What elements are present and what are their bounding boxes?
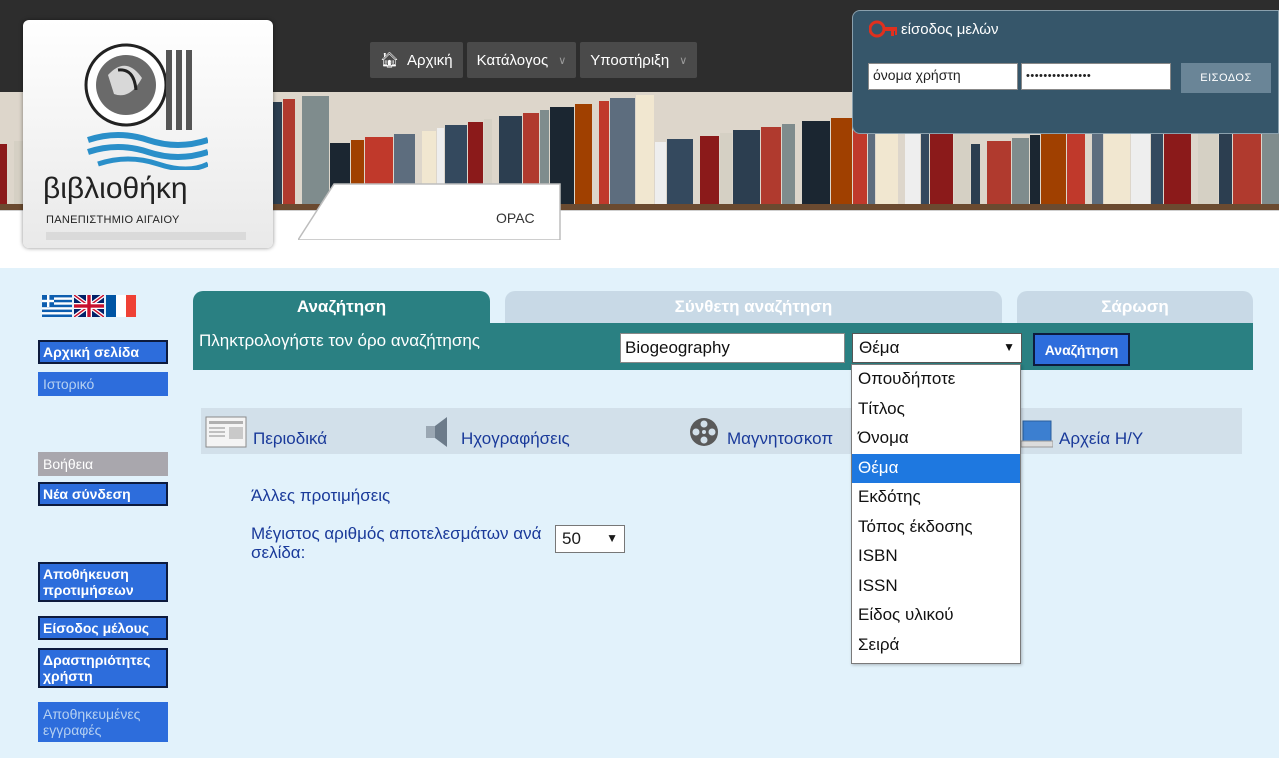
password-input[interactable]: ••••••••••••••• <box>1021 63 1171 90</box>
nav-home-label: Αρχική <box>407 51 453 69</box>
site-header: βιβλιοθήκη ΠΑΝΕΠΙΣΤΗΜΙΟ ΑΙΓΑΙΟΥ 🏠︎ Αρχικ… <box>0 0 1279 268</box>
france-flag-icon[interactable] <box>106 295 136 317</box>
sidebar-new-session-button[interactable]: Νέα σύνδεση <box>38 482 168 506</box>
username-input[interactable]: όνομα χρήστη <box>868 63 1018 90</box>
option-anywhere[interactable]: Οπουδήποτε <box>852 365 1020 395</box>
login-button[interactable]: ΕΙΣΟΔΟΣ <box>1181 63 1271 93</box>
nav-support-button[interactable]: Υποστήριξη ∨ <box>580 42 698 78</box>
sidebar-history-button[interactable]: Ιστορικό <box>38 372 168 396</box>
option-isbn[interactable]: ISBN <box>852 542 1020 572</box>
computer-icon <box>1020 420 1053 448</box>
home-icon: 🏠︎ <box>380 52 400 69</box>
greek-flag-icon[interactable] <box>42 295 72 317</box>
film-reel-icon <box>690 418 718 446</box>
key-icon <box>869 20 897 38</box>
option-issn[interactable]: ISSN <box>852 572 1020 602</box>
search-field-value: Θέμα <box>859 338 900 357</box>
option-subject[interactable]: Θέμα <box>852 453 1020 483</box>
main-content: Αρχική σελίδα Ιστορικό Βοήθεια Νέα σύνδε… <box>0 268 1279 758</box>
option-place-of-publication[interactable]: Τόπος έκδοσης <box>852 513 1020 543</box>
search-field-select[interactable]: Θέμα ▼ <box>852 333 1022 363</box>
material-type-label: Περιοδικά <box>253 429 328 448</box>
nav-support-label: Υποστήριξη <box>590 51 670 69</box>
sidebar-user-activities-button[interactable]: Δραστηριότητες χρήστη <box>38 648 168 688</box>
material-type-videos[interactable]: Μαγνητοσκοπ <box>687 412 833 452</box>
member-login-panel: είσοδος μελών όνομα χρήστη •••••••••••••… <box>852 10 1279 134</box>
tab-browse[interactable]: Σάρωση <box>1017 291 1253 327</box>
tab-search[interactable]: Αναζήτηση <box>193 291 490 327</box>
search-field-options: Οπουδήποτε Τίτλος Όνομα Θέμα Εκδότης Τόπ… <box>851 364 1021 664</box>
nav-home-button[interactable]: 🏠︎ Αρχική <box>370 42 463 78</box>
sidebar-save-preferences-button[interactable]: Αποθήκευση προτιμήσεων <box>38 562 168 602</box>
sidebar-saved-records-button[interactable]: Αποθηκευμένες εγγραφές <box>38 702 168 742</box>
option-title[interactable]: Τίτλος <box>852 395 1020 425</box>
material-type-periodicals[interactable]: Περιοδικά <box>205 412 327 452</box>
opac-tab[interactable]: OPAC <box>296 182 563 241</box>
search-input[interactable]: Biogeography <box>620 333 845 363</box>
material-type-label: Μαγνητοσκοπ <box>727 429 834 448</box>
language-selector <box>42 295 136 317</box>
option-publisher[interactable]: Εκδότης <box>852 483 1020 513</box>
uk-flag-icon[interactable] <box>74 295 104 317</box>
max-results-value: 50 <box>562 529 581 548</box>
newspaper-icon <box>205 416 247 448</box>
other-preferences-title: Άλλες προτιμήσεις <box>251 486 391 505</box>
material-type-recordings[interactable]: Ηχογραφήσεις <box>423 412 570 452</box>
logo-subtitle: ΠΑΝΕΠΙΣΤΗΜΙΟ ΑΙΓΑΙΟΥ <box>46 214 180 226</box>
material-type-computer-files[interactable]: Αρχεία Η/Υ <box>1019 412 1143 452</box>
library-logo[interactable]: βιβλιοθήκη ΠΑΝΕΠΙΣΤΗΜΙΟ ΑΙΓΑΙΟΥ <box>23 20 273 248</box>
search-bar: Πληκτρολογήστε τον όρο αναζήτησης Biogeo… <box>193 323 1253 370</box>
search-button[interactable]: Αναζήτηση <box>1033 333 1130 366</box>
sidebar-member-login-button[interactable]: Είσοδος μέλους <box>38 616 168 640</box>
sidebar-home-button[interactable]: Αρχική σελίδα <box>38 340 168 364</box>
sidebar-help-button[interactable]: Βοήθεια <box>38 452 168 476</box>
material-type-bar: Περιοδικά Ηχογραφήσεις Μαγνητοσκοπ Αρχεί… <box>201 408 1242 454</box>
top-navigation: 🏠︎ Αρχική Κατάλογος ∨ Υποστήριξη ∨ <box>370 42 698 78</box>
chevron-down-icon: ∨ <box>558 54 567 67</box>
logo-reflection <box>46 232 246 240</box>
logo-title: βιβλιοθήκη <box>43 172 188 205</box>
login-title: είσοδος μελών <box>869 19 999 39</box>
opac-tab-label: OPAC <box>496 210 535 226</box>
login-title-text: είσοδος μελών <box>901 20 999 38</box>
option-series[interactable]: Σειρά <box>852 631 1020 661</box>
search-prompt: Πληκτρολογήστε τον όρο αναζήτησης <box>199 331 480 350</box>
option-name[interactable]: Όνομα <box>852 424 1020 454</box>
max-results-label: Μέγιστος αριθμός αποτελεσμάτων ανά σελίδ… <box>251 524 542 562</box>
option-material-type[interactable]: Είδος υλικού <box>852 601 1020 631</box>
material-type-label: Αρχεία Η/Υ <box>1059 429 1144 448</box>
dropdown-arrow-icon: ▼ <box>1003 340 1015 354</box>
dropdown-arrow-icon: ▼ <box>606 531 618 545</box>
chevron-down-icon: ∨ <box>679 54 688 67</box>
speaker-icon <box>426 417 447 447</box>
tab-advanced-search[interactable]: Σύνθετη αναζήτηση <box>505 291 1002 327</box>
nav-catalog-button[interactable]: Κατάλογος ∨ <box>466 42 577 78</box>
max-results-select[interactable]: 50 ▼ <box>555 525 625 553</box>
nav-catalog-label: Κατάλογος <box>476 51 549 69</box>
material-type-label: Ηχογραφήσεις <box>461 429 570 448</box>
university-seal-icon <box>84 43 208 170</box>
